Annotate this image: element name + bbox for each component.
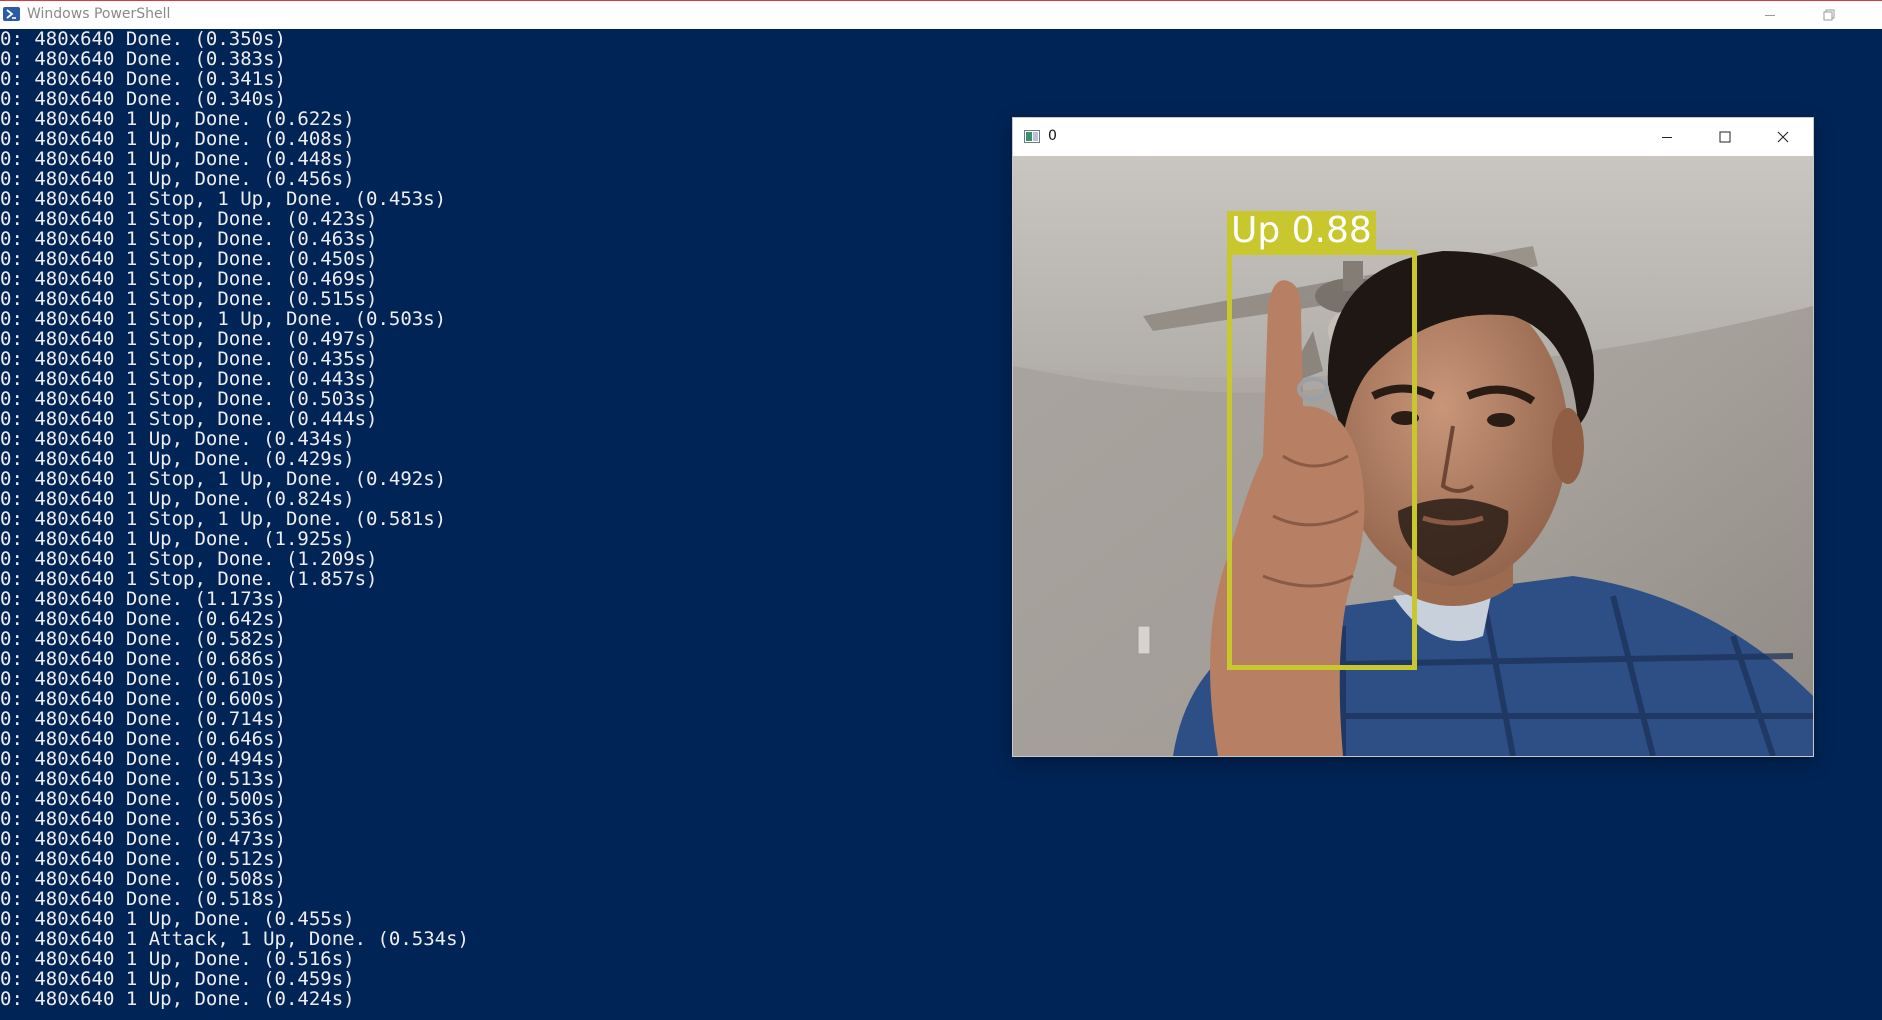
close-icon <box>1777 131 1789 143</box>
console-line: 0: 480x640 1 Up, Done. (0.459s) <box>0 968 355 990</box>
image-window-titlebar[interactable]: 0 <box>1013 118 1813 156</box>
window-title: Windows PowerShell <box>27 6 171 22</box>
maximize-icon <box>1719 131 1731 143</box>
image-window-maximize-button[interactable] <box>1696 118 1754 156</box>
image-window[interactable]: 0 Up 0.88 <box>1013 118 1813 756</box>
restore-icon <box>1823 9 1835 21</box>
console-line: 0: 480x640 Done. (0.508s) <box>0 868 286 890</box>
image-window-close-button[interactable] <box>1754 118 1812 156</box>
console-line: 0: 480x640 1 Up, Done. (0.455s) <box>0 908 355 930</box>
console-line: 0: 480x640 Done. (0.513s) <box>0 768 286 790</box>
console-line: 0: 480x640 Done. (0.500s) <box>0 788 286 810</box>
powershell-icon <box>3 7 20 21</box>
window-app-icon <box>1024 130 1040 143</box>
console-line: 0: 480x640 1 Up, Done. (0.516s) <box>0 948 355 970</box>
console-line: 0: 480x640 Done. (0.536s) <box>0 808 286 830</box>
restore-button[interactable] <box>1809 3 1849 27</box>
console-line: 0: 480x640 Done. (0.512s) <box>0 848 286 870</box>
console-line: 0: 480x640 1 Up, Done. (0.424s) <box>0 988 355 1010</box>
console-line: 0: 480x640 Done. (0.518s) <box>0 888 286 910</box>
console-line: 0: 480x640 1 Attack, 1 Up, Done. (0.534s… <box>0 928 469 950</box>
console-line: 0: 480x640 Done. (0.350s) <box>0 29 286 50</box>
minimize-icon <box>1662 137 1672 138</box>
image-window-title: 0 <box>1048 128 1057 144</box>
webcam-frame: Up 0.88 <box>1013 156 1813 756</box>
console-line: 0: 480x640 Done. (0.383s) <box>0 48 286 70</box>
image-window-minimize-button[interactable] <box>1638 118 1696 156</box>
console-line: 0: 480x640 Done. (0.473s) <box>0 828 286 850</box>
minimize-button[interactable] <box>1750 3 1790 27</box>
console-line: 0: 480x640 Done. (0.341s) <box>0 68 286 90</box>
detection-bounding-box <box>1227 250 1417 670</box>
powershell-titlebar[interactable]: Windows PowerShell <box>0 0 1882 29</box>
detection-label: Up 0.88 <box>1227 211 1376 251</box>
console-line: 0: 480x640 Done. (0.340s) <box>0 88 286 110</box>
minimize-icon <box>1765 15 1775 16</box>
